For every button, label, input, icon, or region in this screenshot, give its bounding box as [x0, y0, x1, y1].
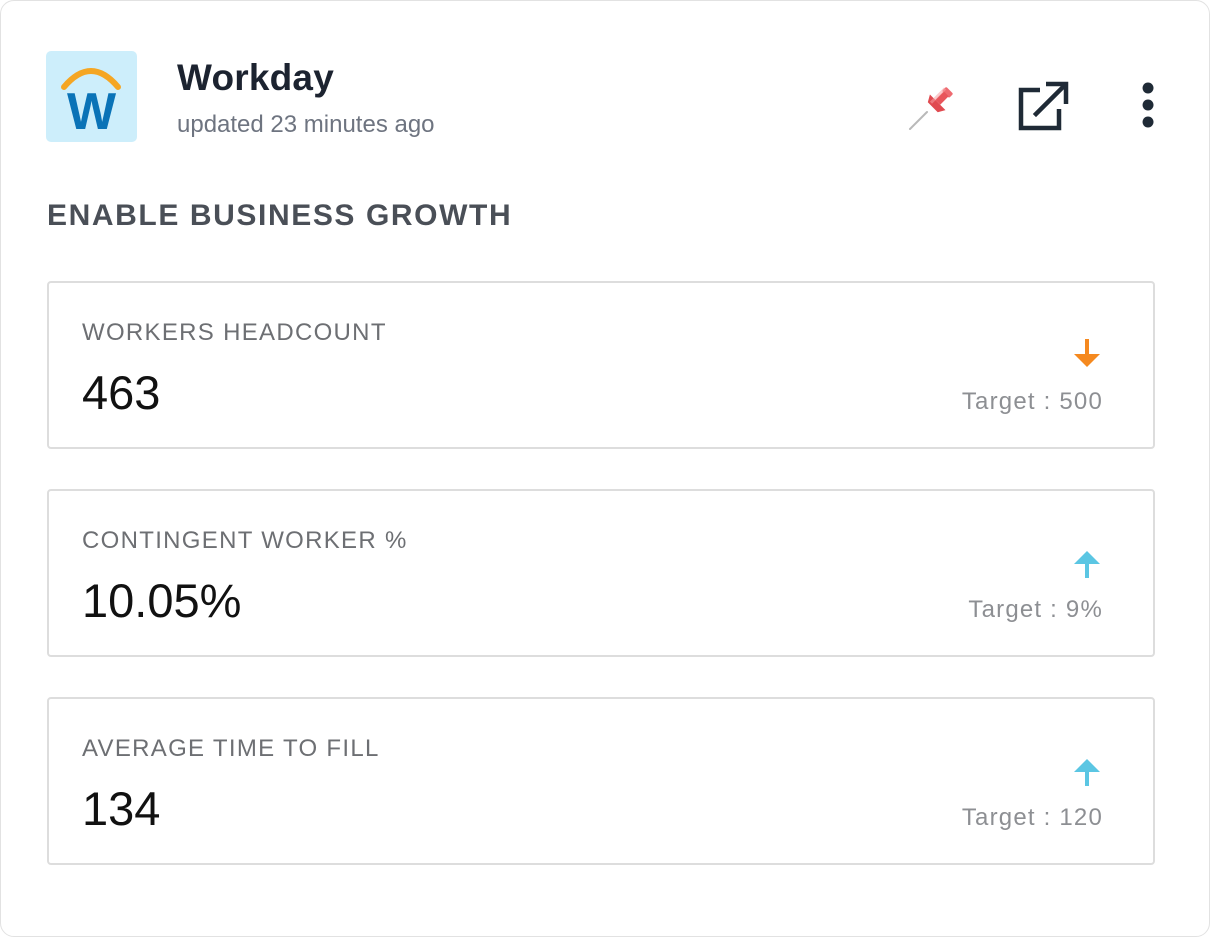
workday-widget-card: W Workday updated 23 minutes ago ENABLE …: [0, 0, 1210, 937]
pin-button[interactable]: [905, 79, 961, 135]
metric-target: Target : 500: [961, 388, 1103, 415]
arrow-up-icon: [1074, 759, 1100, 786]
metric-value: 134: [82, 782, 161, 835]
workday-logo: W: [46, 51, 137, 142]
metric-label: CONTINGENT WORKER %: [82, 527, 408, 554]
arrow-up-icon: [1074, 551, 1100, 578]
metric-value: 463: [82, 366, 161, 419]
metric-card-contingent-worker[interactable]: CONTINGENT WORKER % 10.05% Target : 9%: [47, 489, 1155, 657]
logo-letter: W: [67, 83, 117, 141]
app-title: Workday: [177, 57, 334, 98]
more-vertical-icon: [1142, 82, 1154, 128]
workday-logo-icon: W: [61, 68, 121, 141]
metric-label: AVERAGE TIME TO FILL: [82, 735, 380, 762]
metric-target: Target : 9%: [968, 596, 1103, 623]
metric-label: WORKERS HEADCOUNT: [82, 319, 387, 346]
open-external-button[interactable]: [1016, 81, 1072, 133]
more-options-button[interactable]: [1133, 79, 1163, 135]
metric-value: 10.05%: [82, 574, 242, 627]
updated-timestamp: updated 23 minutes ago: [177, 111, 435, 138]
pushpin-icon: [909, 87, 953, 130]
external-link-icon: [1018, 81, 1069, 131]
metric-card-average-time-to-fill[interactable]: AVERAGE TIME TO FILL 134 Target : 120: [47, 697, 1155, 865]
arrow-down-icon: [1074, 339, 1100, 367]
metric-card-workers-headcount[interactable]: WORKERS HEADCOUNT 463 Target : 500: [47, 281, 1155, 449]
section-title: ENABLE BUSINESS GROWTH: [47, 199, 513, 232]
metric-target: Target : 120: [961, 804, 1103, 831]
